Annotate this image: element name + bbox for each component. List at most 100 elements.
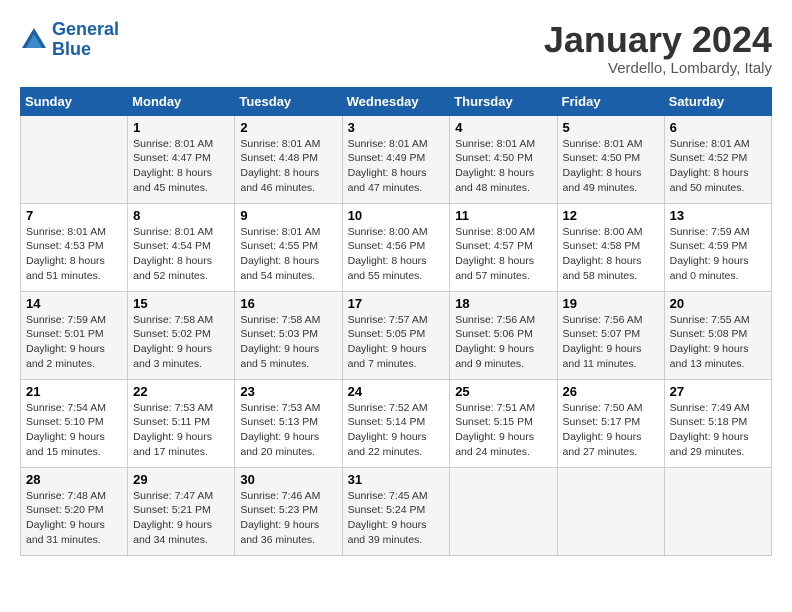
day-info: Sunrise: 7:47 AMSunset: 5:21 PMDaylight:… <box>133 489 229 548</box>
calendar-cell <box>664 467 771 555</box>
col-thursday: Thursday <box>450 87 557 115</box>
day-number: 8 <box>133 208 229 223</box>
col-sunday: Sunday <box>21 87 128 115</box>
day-number: 29 <box>133 472 229 487</box>
calendar-cell: 24 Sunrise: 7:52 AMSunset: 5:14 PMDayligh… <box>342 379 450 467</box>
calendar-cell: 9Sunrise: 8:01 AMSunset: 4:55 PMDaylight… <box>235 203 342 291</box>
calendar-cell: 6 Sunrise: 8:01 AMSunset: 4:52 PMDaylight… <box>664 115 771 203</box>
day-number: 24 <box>348 384 445 399</box>
calendar-header-row: Sunday Monday Tuesday Wednesday Thursday… <box>21 87 772 115</box>
calendar-cell: 19 Sunrise: 7:56 AMSunset: 5:07 PMDayligh… <box>557 291 664 379</box>
day-number: 16 <box>240 296 336 311</box>
day-info: Sunrise: 7:50 AMSunset: 5:17 PMDaylight:… <box>563 401 659 460</box>
calendar-week-3: 14 Sunrise: 7:59 AMSunset: 5:01 PMDayligh… <box>21 291 772 379</box>
day-info: Sunrise: 7:59 AMSunset: 5:01 PMDaylight:… <box>26 313 122 372</box>
day-info: Sunrise: 7:52 AMSunset: 5:14 PMDaylight:… <box>348 401 445 460</box>
day-info: Sunrise: 7:58 AMSunset: 5:02 PMDaylight:… <box>133 313 229 372</box>
day-number: 19 <box>563 296 659 311</box>
logo: General Blue <box>20 20 119 60</box>
calendar-cell <box>450 467 557 555</box>
day-number: 9 <box>240 208 336 223</box>
day-number: 20 <box>670 296 766 311</box>
day-number: 15 <box>133 296 229 311</box>
page-container: General Blue January 2024 Verdello, Lomb… <box>0 0 792 566</box>
calendar-cell: 5Sunrise: 8:01 AMSunset: 4:50 PMDaylight… <box>557 115 664 203</box>
calendar-cell: 14 Sunrise: 7:59 AMSunset: 5:01 PMDayligh… <box>21 291 128 379</box>
day-info: Sunrise: 7:56 AMSunset: 5:07 PMDaylight:… <box>563 313 659 372</box>
day-number: 14 <box>26 296 122 311</box>
day-number: 5 <box>563 120 659 135</box>
day-number: 27 <box>670 384 766 399</box>
calendar-cell: 23 Sunrise: 7:53 AMSunset: 5:13 PMDayligh… <box>235 379 342 467</box>
day-number: 7 <box>26 208 122 223</box>
day-info: Sunrise: 8:00 AMSunset: 4:57 PMDaylight:… <box>455 225 551 284</box>
calendar-cell: 4Sunrise: 8:01 AMSunset: 4:50 PMDaylight… <box>450 115 557 203</box>
day-info: Sunrise: 7:53 AMSunset: 5:13 PMDaylight:… <box>240 401 336 460</box>
calendar-cell: 30 Sunrise: 7:46 AMSunset: 5:23 PMDayligh… <box>235 467 342 555</box>
day-info: Sunrise: 8:01 AMSunset: 4:53 PMDaylight:… <box>26 225 122 284</box>
calendar-cell: 3 Sunrise: 8:01 AMSunset: 4:49 PMDaylight… <box>342 115 450 203</box>
day-number: 30 <box>240 472 336 487</box>
logo-text: General Blue <box>52 20 119 60</box>
day-number: 22 <box>133 384 229 399</box>
day-info: Sunrise: 8:01 AMSunset: 4:50 PMDaylight:… <box>455 137 551 196</box>
day-number: 3 <box>348 120 445 135</box>
calendar-cell: 2Sunrise: 8:01 AMSunset: 4:48 PMDaylight… <box>235 115 342 203</box>
day-info: Sunrise: 8:01 AMSunset: 4:49 PMDaylight:… <box>348 137 445 196</box>
day-info: Sunrise: 7:58 AMSunset: 5:03 PMDaylight:… <box>240 313 336 372</box>
day-number: 13 <box>670 208 766 223</box>
day-number: 23 <box>240 384 336 399</box>
calendar-cell: 16 Sunrise: 7:58 AMSunset: 5:03 PMDayligh… <box>235 291 342 379</box>
day-info: Sunrise: 7:46 AMSunset: 5:23 PMDaylight:… <box>240 489 336 548</box>
day-info: Sunrise: 7:53 AMSunset: 5:11 PMDaylight:… <box>133 401 229 460</box>
day-info: Sunrise: 7:45 AMSunset: 5:24 PMDaylight:… <box>348 489 445 548</box>
day-number: 18 <box>455 296 551 311</box>
calendar-cell: 26 Sunrise: 7:50 AMSunset: 5:17 PMDayligh… <box>557 379 664 467</box>
col-monday: Monday <box>128 87 235 115</box>
calendar-cell <box>21 115 128 203</box>
logo-icon <box>20 26 48 54</box>
day-number: 11 <box>455 208 551 223</box>
calendar-cell: 29 Sunrise: 7:47 AMSunset: 5:21 PMDayligh… <box>128 467 235 555</box>
calendar-week-4: 21 Sunrise: 7:54 AMSunset: 5:10 PMDayligh… <box>21 379 772 467</box>
col-tuesday: Tuesday <box>235 87 342 115</box>
day-info: Sunrise: 7:48 AMSunset: 5:20 PMDaylight:… <box>26 489 122 548</box>
col-saturday: Saturday <box>664 87 771 115</box>
day-info: Sunrise: 8:00 AMSunset: 4:56 PMDaylight:… <box>348 225 445 284</box>
day-info: Sunrise: 7:54 AMSunset: 5:10 PMDaylight:… <box>26 401 122 460</box>
calendar-cell: 28 Sunrise: 7:48 AMSunset: 5:20 PMDayligh… <box>21 467 128 555</box>
col-wednesday: Wednesday <box>342 87 450 115</box>
calendar-cell: 8 Sunrise: 8:01 AMSunset: 4:54 PMDaylight… <box>128 203 235 291</box>
calendar-cell: 7 Sunrise: 8:01 AMSunset: 4:53 PMDaylight… <box>21 203 128 291</box>
calendar-week-2: 7 Sunrise: 8:01 AMSunset: 4:53 PMDaylight… <box>21 203 772 291</box>
col-friday: Friday <box>557 87 664 115</box>
day-info: Sunrise: 8:01 AMSunset: 4:52 PMDaylight:… <box>670 137 766 196</box>
day-number: 21 <box>26 384 122 399</box>
day-info: Sunrise: 7:57 AMSunset: 5:05 PMDaylight:… <box>348 313 445 372</box>
day-number: 1 <box>133 120 229 135</box>
location: Verdello, Lombardy, Italy <box>544 60 772 77</box>
day-number: 31 <box>348 472 445 487</box>
calendar-cell: 1 Sunrise: 8:01 AMSunset: 4:47 PMDaylight… <box>128 115 235 203</box>
calendar-week-5: 28 Sunrise: 7:48 AMSunset: 5:20 PMDayligh… <box>21 467 772 555</box>
day-number: 2 <box>240 120 336 135</box>
calendar-cell: 20 Sunrise: 7:55 AMSunset: 5:08 PMDayligh… <box>664 291 771 379</box>
day-number: 12 <box>563 208 659 223</box>
day-info: Sunrise: 8:01 AMSunset: 4:47 PMDaylight:… <box>133 137 229 196</box>
day-number: 10 <box>348 208 445 223</box>
calendar-cell: 27 Sunrise: 7:49 AMSunset: 5:18 PMDayligh… <box>664 379 771 467</box>
page-header: General Blue January 2024 Verdello, Lomb… <box>20 20 772 77</box>
day-number: 26 <box>563 384 659 399</box>
day-info: Sunrise: 7:56 AMSunset: 5:06 PMDaylight:… <box>455 313 551 372</box>
day-info: Sunrise: 7:49 AMSunset: 5:18 PMDaylight:… <box>670 401 766 460</box>
day-number: 28 <box>26 472 122 487</box>
day-info: Sunrise: 7:59 AMSunset: 4:59 PMDaylight:… <box>670 225 766 284</box>
calendar-cell: 15 Sunrise: 7:58 AMSunset: 5:02 PMDayligh… <box>128 291 235 379</box>
day-number: 6 <box>670 120 766 135</box>
calendar-cell: 11 Sunrise: 8:00 AMSunset: 4:57 PMDayligh… <box>450 203 557 291</box>
calendar-table: Sunday Monday Tuesday Wednesday Thursday… <box>20 87 772 556</box>
day-info: Sunrise: 7:51 AMSunset: 5:15 PMDaylight:… <box>455 401 551 460</box>
day-info: Sunrise: 8:01 AMSunset: 4:54 PMDaylight:… <box>133 225 229 284</box>
day-info: Sunrise: 7:55 AMSunset: 5:08 PMDaylight:… <box>670 313 766 372</box>
calendar-cell: 17Sunrise: 7:57 AMSunset: 5:05 PMDayligh… <box>342 291 450 379</box>
